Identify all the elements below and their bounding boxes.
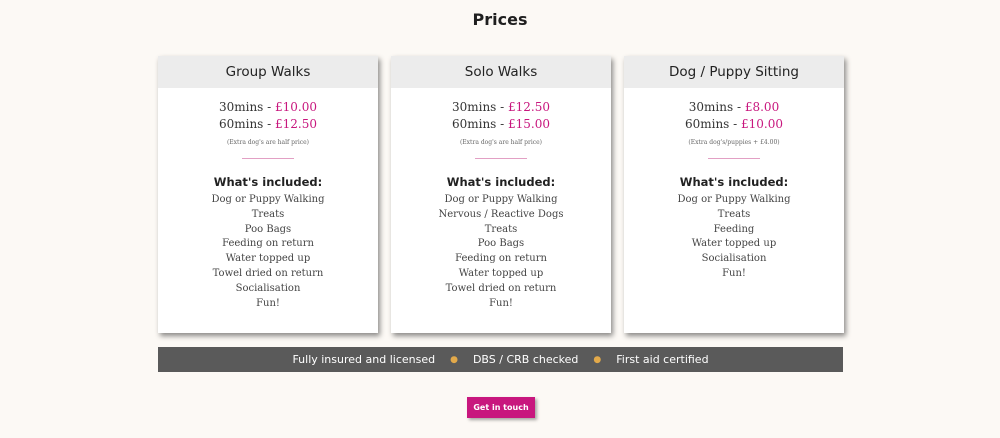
price-amount: £12.50: [508, 100, 551, 114]
list-item: Treats: [717, 208, 751, 220]
included-title: What's included:: [446, 175, 556, 189]
price-list: 30mins - £8.00 60mins - £10.00: [624, 99, 844, 133]
duration: 30mins -: [218, 100, 276, 114]
list-item: Treats: [251, 208, 285, 220]
paw-icon: ●​: [593, 354, 602, 365]
list-item: Water topped up: [225, 253, 311, 265]
included-list: Dog or Puppy Walking Nervous / Reactive …: [391, 193, 611, 311]
card-title: Group Walks: [158, 56, 378, 88]
price-line: 30mins - £12.50: [391, 99, 611, 116]
list-item: Fun!: [256, 297, 280, 309]
list-item: Towel dried on return: [212, 267, 324, 279]
list-item: Nervous / Reactive Dogs: [438, 208, 564, 220]
list-item: Fun!: [489, 297, 513, 309]
list-item: Dog or Puppy Walking: [677, 194, 791, 205]
list-item: Socialisation: [701, 253, 767, 265]
list-item: Feeding on return: [455, 253, 547, 265]
duration: 30mins -: [451, 100, 509, 114]
paw-icon: ●​: [450, 354, 458, 365]
pricing-card-group-walks: Group Walks 30mins - £10.00 60mins - £12…: [158, 56, 378, 333]
list-item: Feeding on return: [222, 238, 314, 250]
banner-item-dbs: DBS / CRB checked: [472, 353, 579, 366]
duration: 60mins -: [684, 117, 742, 131]
price-note: (Extra dog's are half price): [226, 139, 310, 146]
price-amount: £10.00: [741, 117, 784, 131]
price-list: 30mins - £12.50 60mins - £15.00: [391, 99, 611, 133]
duration: 60mins -: [218, 117, 276, 131]
banner-item-first-aid: First aid certified: [616, 353, 709, 366]
divider: [242, 158, 294, 159]
list-item: Treats: [484, 223, 518, 235]
price-amount: £10.00: [275, 100, 318, 114]
list-item: Dog or Puppy Walking: [444, 194, 558, 205]
price-line: 60mins - £15.00: [391, 116, 611, 133]
banner-item-insured: Fully insured and licensed: [292, 353, 436, 366]
list-item: Water topped up: [691, 238, 777, 250]
list-item: Poo Bags: [477, 238, 525, 250]
duration: 60mins -: [451, 117, 509, 131]
duration: 30mins -: [688, 100, 745, 114]
included-title: What's included:: [213, 175, 323, 189]
list-item: Water topped up: [458, 267, 544, 279]
list-item: Towel dried on return: [445, 282, 557, 294]
price-amount: £8.00: [744, 100, 780, 114]
included-list: Dog or Puppy Walking Treats Feeding Wate…: [624, 193, 844, 282]
pricing-card-solo-walks: Solo Walks 30mins - £12.50 60mins - £15.…: [391, 56, 611, 333]
card-title: Solo Walks: [391, 56, 611, 88]
price-note: (Extra dog's are half price): [459, 139, 543, 146]
page-title: Prices: [472, 10, 528, 29]
price-note: (Extra dog's/puppies + £4.00): [688, 139, 780, 146]
price-line: 30mins - £8.00: [624, 99, 844, 116]
price-line: 60mins - £10.00: [624, 116, 844, 133]
included-title: What's included:: [679, 175, 789, 189]
price-amount: £15.00: [508, 117, 551, 131]
price-line: 60mins - £12.50: [158, 116, 378, 133]
divider: [708, 158, 760, 159]
list-item: Fun!: [722, 267, 746, 279]
card-title: Dog / Puppy Sitting: [624, 56, 844, 88]
price-line: 30mins - £10.00: [158, 99, 378, 116]
price-amount: £12.50: [275, 117, 318, 131]
price-list: 30mins - £10.00 60mins - £12.50: [158, 99, 378, 133]
divider: [475, 158, 527, 159]
credentials-banner: Fully insured and licensed ●​ DBS / CRB …: [158, 347, 843, 372]
included-list: Dog or Puppy Walking Treats Poo Bags Fee…: [158, 193, 378, 311]
list-item: Poo Bags: [244, 223, 292, 235]
list-item: Feeding: [713, 223, 755, 235]
pricing-card-dog-puppy-sitting: Dog / Puppy Sitting 30mins - £8.00 60min…: [624, 56, 844, 333]
list-item: Dog or Puppy Walking: [211, 194, 325, 205]
list-item: Socialisation: [235, 282, 301, 294]
get-in-touch-button[interactable]: Get in touch: [467, 397, 535, 418]
